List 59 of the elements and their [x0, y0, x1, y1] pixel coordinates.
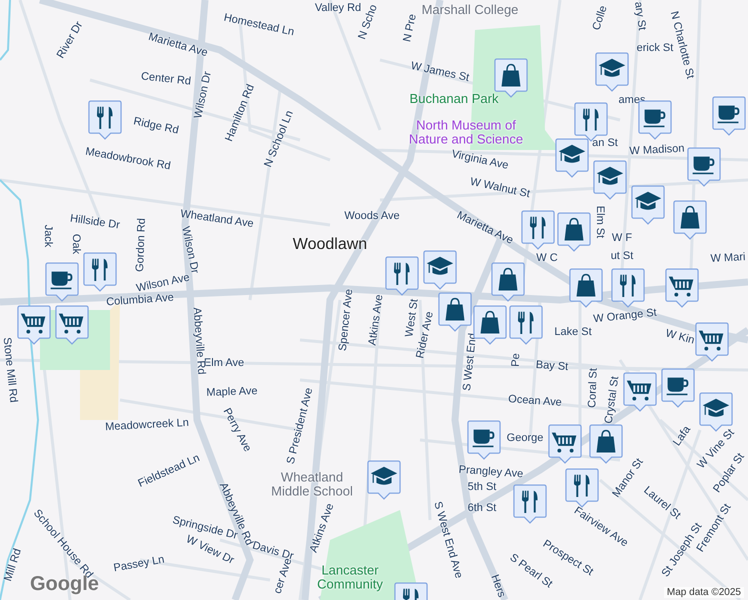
street-label: Elm St: [594, 206, 606, 238]
street-label: Mill Rd: [2, 547, 24, 583]
street-label: Oak: [70, 234, 82, 254]
street-label: Atkins Ave: [308, 502, 336, 554]
street-label: ary St: [632, 0, 648, 32]
street-label: Marietta Ave: [147, 30, 209, 60]
street-label: Ridge Rd: [132, 115, 180, 137]
street-label: Maple Ave: [206, 385, 258, 399]
street-label: Gordon Rd: [134, 218, 148, 272]
street-label: Jack: [42, 224, 54, 248]
street-label: Pe: [510, 353, 522, 367]
street-label: Passey Ln: [112, 554, 166, 574]
street-label: Prangley Ave: [458, 464, 524, 480]
street-label: Stone Mill Rd: [0, 336, 20, 404]
street-label: George: [506, 432, 544, 444]
street-label: an St: [592, 137, 618, 149]
street-label: S President Ave: [284, 386, 316, 466]
street-label: Virginia Ave: [450, 148, 510, 172]
street-label: Center Rd: [140, 70, 192, 88]
street-label: Columbia Ave: [106, 292, 174, 308]
street-label: Atkins Ave: [366, 294, 386, 346]
street-label: W Walnut St: [469, 176, 531, 200]
place-label: Wheatland Middle School: [270, 470, 354, 500]
place-label: Woodlawn: [292, 236, 368, 254]
street-label: W Mari: [710, 251, 746, 265]
street-label: Elm Ave: [204, 357, 244, 369]
street-label: Perry Ave: [220, 406, 254, 454]
street-label: 5th St: [468, 481, 496, 493]
street-label: Crystal St: [602, 376, 622, 424]
place-label: North Museum of Nature and Science: [408, 118, 524, 148]
street-label: West St: [403, 298, 421, 338]
street-label: Colle: [590, 4, 610, 32]
street-label: erick St: [636, 42, 674, 54]
street-label: Valley Rd: [314, 2, 362, 14]
place-label: Marshall College: [420, 2, 520, 18]
street-label: Ocean Ave: [508, 393, 562, 409]
street-label: W James St: [410, 60, 470, 84]
street-label: Wilson Dr: [192, 70, 214, 120]
street-label: N Pre: [401, 13, 419, 43]
street-label: Spencer Ave: [336, 288, 356, 352]
street-label: W Madison: [629, 142, 685, 158]
street-label: Bay St: [535, 358, 569, 374]
street-label: W C: [536, 252, 558, 264]
street-label: Meadowcreek Ln: [104, 416, 190, 434]
map-attribution: Map data ©2025: [664, 587, 744, 598]
street-label: W Kin: [664, 327, 696, 347]
street-label: W F: [612, 232, 632, 244]
street-label: W Orange St: [592, 306, 658, 326]
street-label: Lake St: [554, 326, 592, 338]
street-label: S West End Ave: [431, 500, 465, 580]
street-label: N School Ln: [262, 108, 296, 170]
street-label: Coral St: [586, 368, 600, 408]
place-label: Lancaster Community: [316, 564, 384, 592]
place-label: Buchanan Park: [409, 92, 499, 106]
street-label: Hillside Dr: [69, 212, 121, 232]
street-label: ut St: [610, 250, 634, 262]
street-label: 6th St: [468, 502, 496, 514]
street-label: Hers: [488, 573, 508, 599]
street-label: Woods Ave: [344, 210, 400, 222]
